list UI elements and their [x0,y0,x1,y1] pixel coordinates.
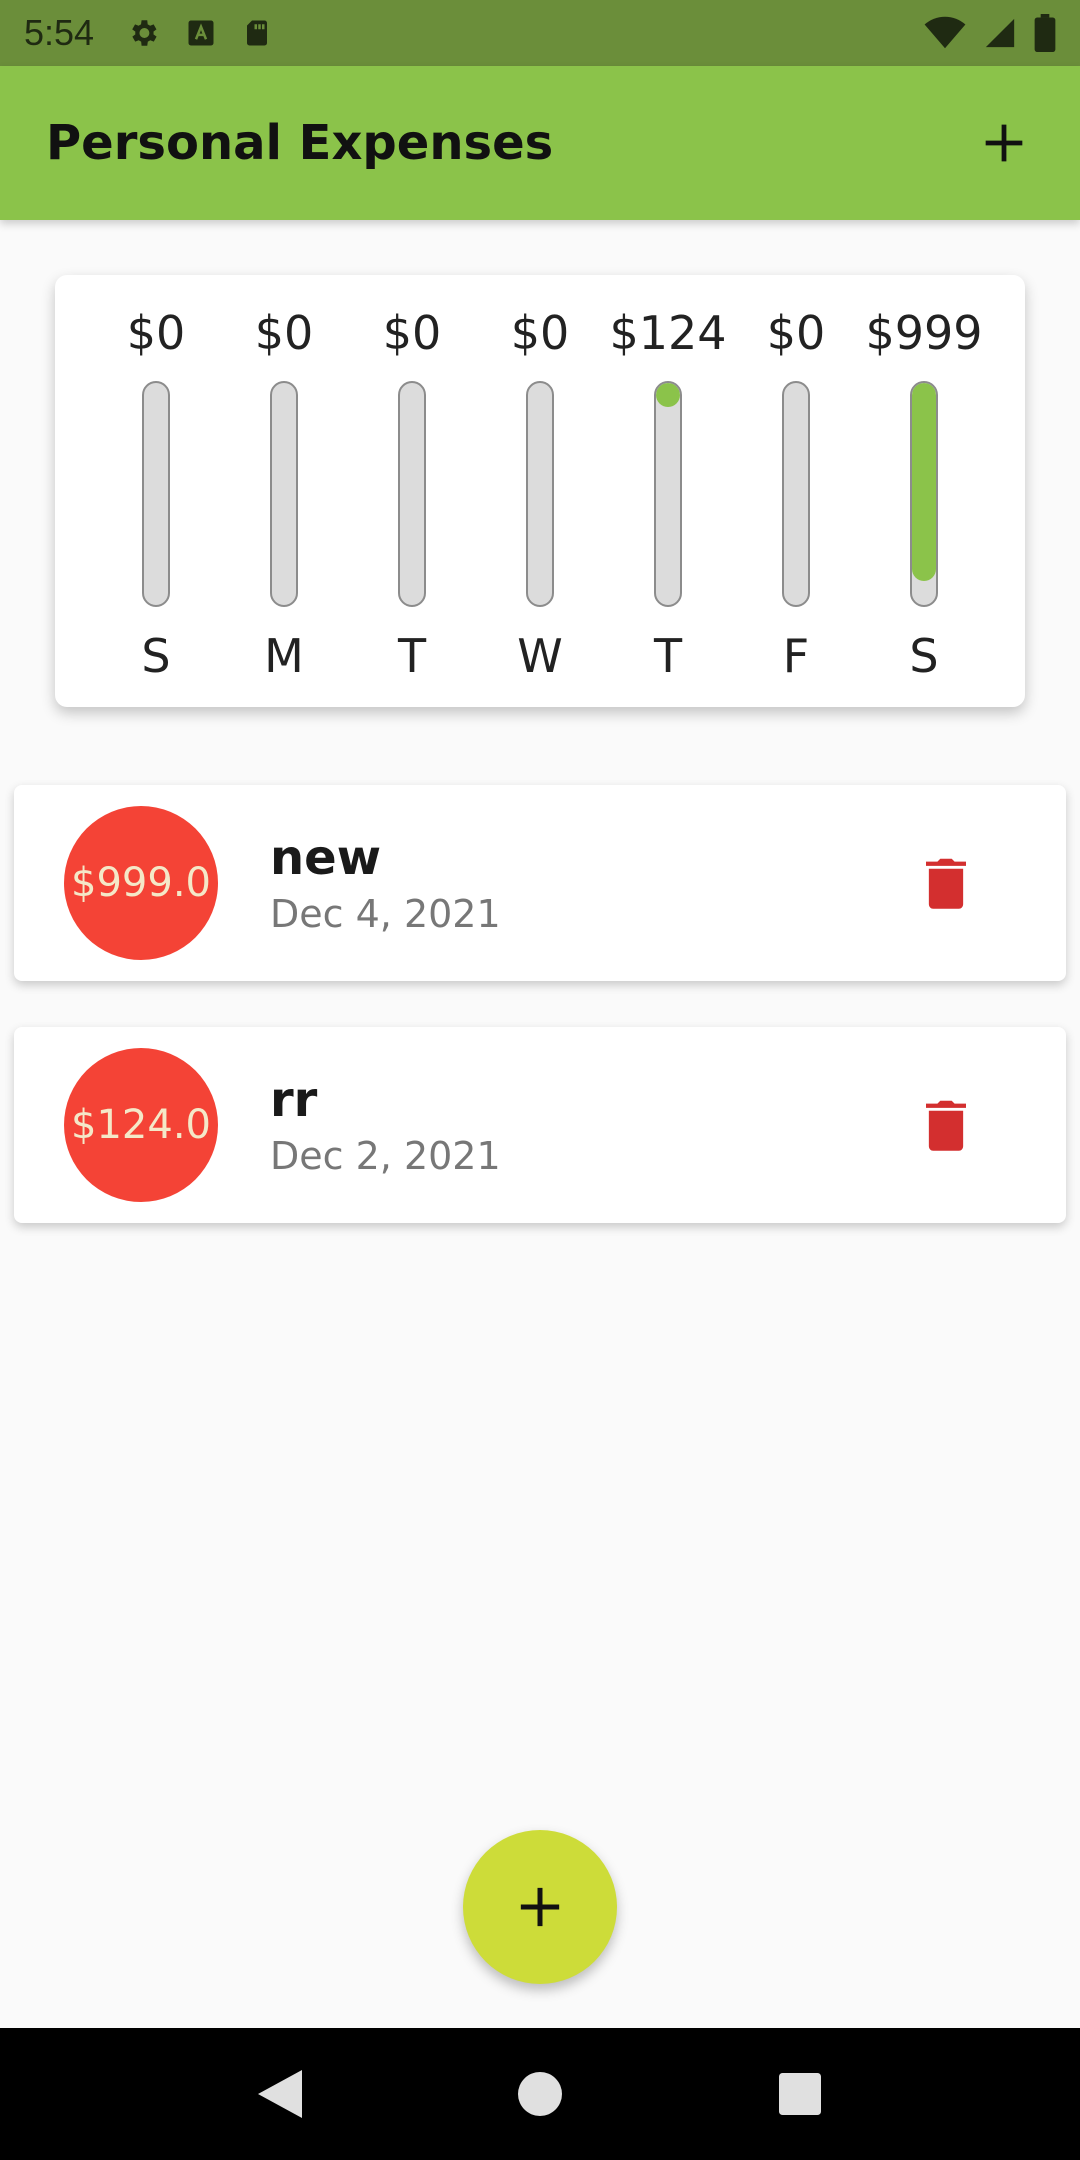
status-icons-right [924,14,1056,52]
bar-day-label: W [517,629,563,683]
bar-amount-label: $0 [510,306,570,360]
chart-bar-4: $124 T [604,303,732,707]
amount-circle: $999.0 [64,806,218,960]
sd-card-icon [242,17,272,49]
home-button[interactable] [500,2054,580,2134]
chart-bar-1: $0 M [220,303,348,707]
status-bar: 5:54 [0,0,1080,66]
bar-amount-label: $0 [254,306,314,360]
bar-track [270,381,298,607]
chart-bar-2: $0 T [348,303,476,707]
trash-icon [926,1100,966,1151]
back-icon [258,2070,302,2118]
nav-bar [0,2028,1080,2160]
delete-button[interactable] [916,853,976,913]
bar-amount-label: $0 [126,306,186,360]
chart-bar-0: $0 S [92,303,220,707]
expense-text: new Dec 4, 2021 [270,830,501,936]
bar-fill [656,383,680,408]
recents-button[interactable] [760,2054,840,2134]
signal-icon [982,16,1018,50]
status-icons-left [126,16,272,50]
bar-day-label: S [909,629,939,683]
chart-bar-3: $0 W [476,303,604,707]
bar-day-label: M [264,629,304,683]
battery-icon [1034,14,1056,52]
plus-icon [520,1887,560,1927]
wifi-icon [924,16,966,50]
bar-day-label: F [782,629,810,683]
bar-amount-label: $0 [766,306,826,360]
plus-icon [985,124,1023,162]
bar-track [910,381,938,607]
bar-day-label: T [397,629,427,683]
bar-amount-label: $124 [609,306,727,360]
expense-text: rr Dec 2, 2021 [270,1072,501,1178]
status-time: 5:54 [24,12,95,53]
bar-amount-label: $999 [865,306,983,360]
delete-button[interactable] [916,1095,976,1155]
expense-title: new [270,830,382,886]
amount-text: $999.0 [71,860,211,906]
expense-date: Dec 2, 2021 [270,1134,501,1178]
weekly-chart: $0 S $0 M $0 T $0 W $124 T $0 F $999 S [55,275,1025,707]
expense-date: Dec 4, 2021 [270,892,501,936]
home-icon [518,2072,562,2116]
app-bar: Personal Expenses [0,66,1080,220]
bar-amount-label: $0 [382,306,442,360]
bar-track [654,381,682,607]
fab-add-button[interactable] [463,1830,617,1984]
chart-bar-5: $0 F [732,303,860,707]
bar-fill [912,383,936,581]
back-button[interactable] [240,2054,320,2134]
bar-track [526,381,554,607]
bar-track [142,381,170,607]
recents-icon [779,2073,821,2115]
trash-icon [926,858,966,909]
gear-icon [126,16,160,50]
bar-day-label: S [141,629,171,683]
bar-track [782,381,810,607]
list-item: $124.0 rr Dec 2, 2021 [14,1027,1066,1223]
app-title: Personal Expenses [46,115,554,171]
bar-day-label: T [653,629,683,683]
amount-circle: $124.0 [64,1048,218,1202]
amount-text: $124.0 [71,1102,211,1148]
bar-track [398,381,426,607]
add-expense-button[interactable] [974,113,1034,173]
expense-title: rr [270,1072,318,1128]
list-item: $999.0 new Dec 4, 2021 [14,785,1066,981]
text-a-icon [186,18,216,48]
chart-bar-6: $999 S [860,303,988,707]
